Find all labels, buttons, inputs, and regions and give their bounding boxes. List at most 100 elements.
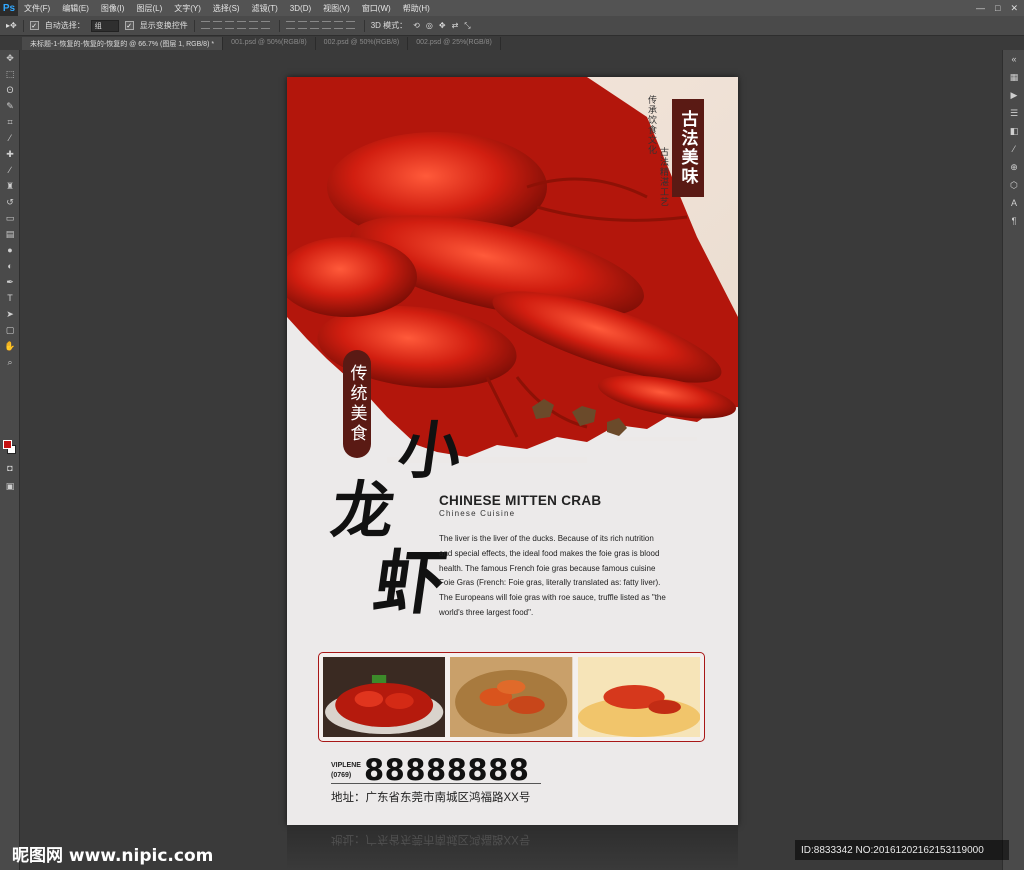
document-tab[interactable]: 001.psd @ 50%(RGB/8) bbox=[223, 37, 316, 50]
divider bbox=[331, 783, 541, 784]
gradient-tool-icon[interactable]: ▤ bbox=[0, 226, 20, 242]
3d-panel-icon[interactable]: ⬡ bbox=[1003, 176, 1024, 194]
menu-edit[interactable]: 编辑(E) bbox=[56, 3, 95, 14]
lasso-tool-icon[interactable]: ʘ bbox=[0, 82, 20, 98]
history-panel-icon[interactable]: ▦ bbox=[1003, 68, 1024, 86]
close-button[interactable]: ✕ bbox=[1010, 3, 1018, 14]
screen-mode-icon[interactable]: ▣ bbox=[0, 478, 20, 494]
divider bbox=[363, 19, 365, 32]
type-tool-icon[interactable]: T bbox=[0, 290, 20, 306]
history-brush-tool-icon[interactable]: ↺ bbox=[0, 194, 20, 210]
auto-select-dropdown[interactable]: 组 bbox=[90, 19, 119, 32]
marquee-tool-icon[interactable]: ⬚ bbox=[0, 66, 20, 82]
clone-stamp-tool-icon[interactable]: ♜ bbox=[0, 178, 20, 194]
adjustments-panel-icon[interactable]: ◧ bbox=[1003, 122, 1024, 140]
crop-tool-icon[interactable]: ⌗ bbox=[0, 114, 20, 130]
foreground-color-swatch[interactable] bbox=[3, 440, 12, 449]
description-line: health. The famous French foie gras beca… bbox=[439, 563, 656, 573]
pan-3d-icon[interactable]: ✥ bbox=[439, 21, 446, 30]
menu-type[interactable]: 文字(Y) bbox=[168, 3, 207, 14]
canvas-poster[interactable]: 古法美味 传承饮食文化 古法精湛工艺 传统美食 小 龙 虾 CHINESE MI… bbox=[287, 77, 738, 825]
caption-craft: 古法精湛工艺 bbox=[658, 147, 668, 207]
phone-number: 88888888 bbox=[364, 753, 530, 787]
description-line: world's three largest food". bbox=[439, 607, 534, 617]
panel-collapse-icon[interactable]: « bbox=[1003, 50, 1024, 68]
actions-panel-icon[interactable]: ▶ bbox=[1003, 86, 1024, 104]
document-tab[interactable]: 002.psd @ 50%(RGB/8) bbox=[316, 37, 409, 50]
brush-panel-icon[interactable]: ⁄ bbox=[1003, 140, 1024, 158]
slide-3d-icon[interactable]: ⇄ bbox=[452, 21, 459, 30]
distribute-left-icon[interactable] bbox=[321, 20, 331, 29]
distribute-top-icon[interactable] bbox=[285, 20, 295, 29]
menu-filter[interactable]: 滤镜(T) bbox=[246, 3, 284, 14]
options-bar: ▸✥ ✓ 自动选择： 组 ✓ 显示变换控件 3D 模式： ⟲ ◎ ✥ ⇄ ⤡ bbox=[0, 16, 1024, 36]
roll-3d-icon[interactable]: ◎ bbox=[426, 21, 433, 30]
panel-dock: « ▦ ▶ ☰ ◧ ⁄ ⊕ ⬡ A ¶ bbox=[1002, 50, 1024, 870]
healing-brush-tool-icon[interactable]: ✚ bbox=[0, 146, 20, 162]
distribute-middle-icon[interactable] bbox=[297, 20, 307, 29]
menu-file[interactable]: 文件(F) bbox=[18, 3, 56, 14]
title-char-small: 小 bbox=[393, 414, 467, 487]
properties-panel-icon[interactable]: ☰ bbox=[1003, 104, 1024, 122]
blur-tool-icon[interactable]: ● bbox=[0, 242, 20, 258]
reflected-address: 地址：广东省东莞市南城区鸿福路XX号 bbox=[331, 833, 531, 845]
path-select-tool-icon[interactable]: ➤ bbox=[0, 306, 20, 322]
phone-prefix: VIPLENE (0769) bbox=[331, 761, 361, 781]
document-tab[interactable]: 002.psd @ 25%(RGB/8) bbox=[408, 37, 501, 50]
tools-panel: ✥ ⬚ ʘ ✎ ⌗ ⁄ ✚ ∕ ♜ ↺ ▭ ▤ ● ◐ ✒ T ➤ ▢ ✋ ⌕ … bbox=[0, 50, 20, 870]
eraser-tool-icon[interactable]: ▭ bbox=[0, 210, 20, 226]
scale-3d-icon[interactable]: ⤡ bbox=[464, 21, 470, 31]
document-tab[interactable]: 未标题-1-恢复的-恢复的-恢复的 @ 66.7% (图层 1, RGB/8) … bbox=[22, 37, 224, 50]
distribute-bottom-icon[interactable] bbox=[309, 20, 319, 29]
description-line: The Europeans will foie gras with roe sa… bbox=[439, 593, 666, 603]
pen-tool-icon[interactable]: ✒ bbox=[0, 274, 20, 290]
description-line: Foie Gras (French: Foie gras, literally … bbox=[439, 578, 661, 588]
auto-select-checkbox[interactable]: ✓ bbox=[29, 21, 39, 30]
hand-tool-icon[interactable]: ✋ bbox=[0, 338, 20, 354]
photoshop-logo: Ps bbox=[0, 0, 18, 16]
menu-3d[interactable]: 3D(D) bbox=[284, 4, 317, 13]
character-panel-icon[interactable]: A bbox=[1003, 194, 1024, 212]
minimize-button[interactable]: — bbox=[976, 3, 985, 14]
paragraph-panel-icon[interactable]: ¶ bbox=[1003, 212, 1024, 230]
description-paragraph: The liver is the liver of the ducks. Bec… bbox=[439, 532, 709, 621]
dish-photo-single bbox=[577, 657, 700, 737]
align-left-icon[interactable] bbox=[236, 20, 246, 29]
menu-layer[interactable]: 图层(L) bbox=[130, 3, 168, 14]
move-tool-icon[interactable]: ✥ bbox=[0, 50, 20, 66]
rotate-3d-icon[interactable]: ⟲ bbox=[413, 21, 420, 30]
menu-view[interactable]: 视图(V) bbox=[317, 3, 356, 14]
dodge-tool-icon[interactable]: ◐ bbox=[0, 258, 20, 274]
quick-mask-icon[interactable]: ◘ bbox=[0, 460, 20, 476]
watermark-id: ID:8833342 NO:20161202162153119000 bbox=[795, 840, 1009, 860]
quick-select-tool-icon[interactable]: ✎ bbox=[0, 98, 20, 114]
move-tool-icon[interactable]: ▸✥ bbox=[6, 21, 17, 30]
menu-image[interactable]: 图像(I) bbox=[95, 3, 131, 14]
menu-help[interactable]: 帮助(H) bbox=[397, 3, 436, 14]
align-bottom-icon[interactable] bbox=[224, 20, 234, 29]
menu-select[interactable]: 选择(S) bbox=[207, 3, 246, 14]
caption-culture: 传承饮食文化 bbox=[646, 95, 656, 155]
eyedropper-tool-icon[interactable]: ⁄ bbox=[0, 130, 20, 146]
show-transform-checkbox[interactable]: ✓ bbox=[124, 21, 134, 30]
align-buttons bbox=[200, 20, 273, 31]
align-center-icon[interactable] bbox=[248, 20, 258, 29]
align-right-icon[interactable] bbox=[260, 20, 270, 29]
menu-window[interactable]: 窗口(W) bbox=[356, 3, 397, 14]
dish-gallery bbox=[318, 652, 705, 742]
maximize-button[interactable]: □ bbox=[995, 3, 1000, 14]
zoom-tool-icon[interactable]: ⌕ bbox=[0, 354, 20, 370]
window-controls: — □ ✕ bbox=[976, 3, 1024, 14]
clone-source-panel-icon[interactable]: ⊕ bbox=[1003, 158, 1024, 176]
poster-reflection: 地址：广东省东莞市南城区鸿福路XX号 bbox=[287, 826, 738, 870]
title-char-dragon: 龙 bbox=[326, 474, 400, 547]
description-line: and special effects, the ideal food make… bbox=[439, 548, 660, 558]
align-middle-icon[interactable] bbox=[212, 20, 222, 29]
badge-ancient-flavor: 古法美味 bbox=[672, 99, 704, 197]
align-top-icon[interactable] bbox=[200, 20, 210, 29]
brush-tool-icon[interactable]: ∕ bbox=[0, 162, 20, 178]
distribute-center-icon[interactable] bbox=[333, 20, 343, 29]
shape-tool-icon[interactable]: ▢ bbox=[0, 322, 20, 338]
divider bbox=[193, 19, 195, 32]
distribute-right-icon[interactable] bbox=[345, 20, 355, 29]
